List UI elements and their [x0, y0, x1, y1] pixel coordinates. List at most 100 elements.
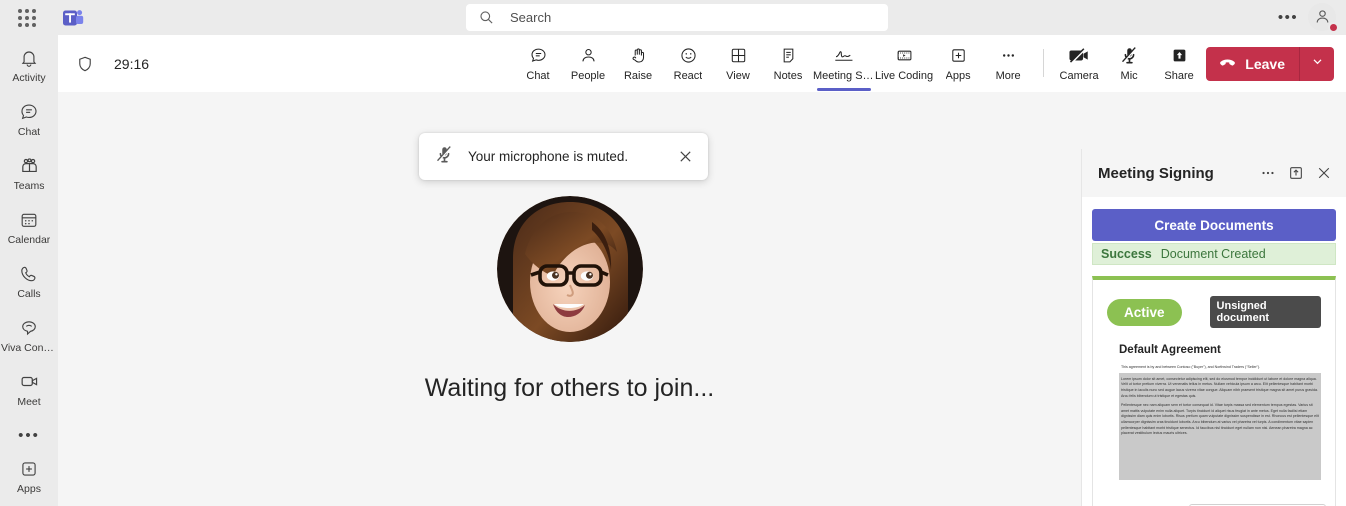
close-icon[interactable] [672, 144, 698, 170]
sidebar-item-label: Viva Conne... [1, 341, 57, 354]
page-title: Meeting Signing [1098, 164, 1214, 182]
avatar[interactable] [1308, 2, 1339, 33]
plus-box-icon [949, 45, 968, 66]
presence-badge [1328, 21, 1339, 33]
document-intro: This agreement is by and between Contoso… [1119, 364, 1321, 373]
settings-more-button[interactable]: ••• [1274, 4, 1302, 32]
sidebar-item-viva-connections[interactable]: Viva Conne... [0, 311, 58, 359]
calendar-icon [19, 209, 39, 231]
stage-body: Waiting for others to join... Your micro… [58, 92, 1346, 506]
document-signature-badge: Unsigned document [1209, 296, 1321, 328]
sidebar-item-label: Calls [17, 287, 41, 300]
document-preview-text: This agreement is by and between Contoso… [1119, 364, 1321, 480]
document-state-badge: Active [1107, 298, 1182, 326]
mic-off-icon [435, 145, 454, 169]
meeting-controls: Chat People Raise React View Notes Meeti… [513, 39, 1204, 92]
pop-out-icon[interactable] [1282, 159, 1310, 187]
sidebar-item-calls[interactable]: Calls [0, 257, 58, 305]
raise-hand-icon [629, 45, 648, 66]
active-tab-indicator [817, 88, 871, 91]
status-label: Success [1101, 247, 1152, 261]
live-coding-icon [895, 45, 914, 66]
chat-bubble-icon [529, 45, 548, 66]
sidebar-item-label: Calendar [7, 233, 51, 246]
phone-icon [19, 263, 39, 285]
tool-notes[interactable]: Notes [763, 39, 813, 89]
mic-off-icon [1120, 45, 1139, 66]
chat-bubble-icon [19, 101, 39, 123]
tool-label: Meeting Sig... [813, 70, 875, 82]
panel-header: Meeting Signing [1082, 149, 1346, 197]
search-placeholder: Search [510, 10, 552, 25]
tool-label: React [673, 70, 703, 82]
tool-mic[interactable]: Mic [1104, 39, 1154, 89]
share-screen-icon [1170, 45, 1189, 66]
tool-react[interactable]: React [663, 39, 713, 89]
sidebar-item-chat[interactable]: Chat [0, 95, 58, 143]
teams-logo-icon[interactable] [60, 5, 86, 31]
sidebar-item-label: Chat [17, 125, 41, 138]
sidebar-item-label: Apps [17, 482, 41, 495]
title-bar: Search ••• [0, 0, 1346, 35]
sidebar-item-apps[interactable]: Apps [0, 452, 58, 500]
document-paragraph: Lorem ipsum dolor sit amet, consectetur … [1121, 376, 1318, 398]
sidebar-more-button[interactable]: ••• [18, 419, 40, 452]
person-icon [579, 45, 598, 66]
tool-label: Camera [1059, 70, 1099, 82]
hangup-icon [1218, 56, 1237, 73]
plus-box-icon [19, 458, 39, 480]
document-badges: Active Unsigned document [1093, 280, 1335, 328]
tool-camera[interactable]: Camera [1054, 39, 1104, 89]
mic-muted-toast: Your microphone is muted. [419, 133, 708, 180]
tool-label: Mic [1120, 70, 1138, 82]
tool-more[interactable]: More [983, 39, 1033, 89]
bell-icon [19, 47, 39, 69]
tool-label: Raise [623, 70, 653, 82]
shield-icon[interactable] [76, 55, 94, 73]
tool-label: More [995, 70, 1021, 82]
search-icon [479, 10, 494, 25]
more-horizontal-icon [999, 45, 1018, 66]
toast-message: Your microphone is muted. [468, 149, 629, 164]
tool-label: Chat [526, 70, 550, 82]
leave-button[interactable]: Leave [1206, 47, 1299, 81]
create-documents-button[interactable]: Create Documents [1092, 209, 1336, 241]
tool-raise-hand[interactable]: Raise [613, 39, 663, 89]
tool-chat[interactable]: Chat [513, 39, 563, 89]
tool-label: People [570, 70, 606, 82]
leave-options-button[interactable] [1300, 47, 1334, 81]
sidebar-item-calendar[interactable]: Calendar [0, 203, 58, 251]
tool-label: View [726, 70, 750, 82]
participant-photo [496, 195, 643, 342]
document-paragraph: Pellentesque nec nam aliquam sem et tort… [1121, 402, 1319, 436]
tool-live-coding[interactable]: Live Coding [875, 39, 933, 89]
tool-apps[interactable]: Apps [933, 39, 983, 89]
more-horizontal-icon[interactable] [1254, 159, 1282, 187]
tool-label: Share [1164, 70, 1194, 82]
sidebar-item-activity[interactable]: Activity [0, 41, 58, 89]
search-input[interactable]: Search [466, 4, 888, 31]
camera-off-icon [1068, 45, 1090, 66]
viva-connections-icon [19, 317, 39, 339]
leave-control-group: Leave [1206, 47, 1334, 81]
status-message: Document Created [1160, 247, 1266, 261]
document-card[interactable]: Active Unsigned document Default Agreeme… [1092, 276, 1336, 506]
tool-share[interactable]: Share [1154, 39, 1204, 89]
sidebar-item-label: Meet [17, 395, 41, 408]
notes-icon [779, 45, 798, 66]
grid-view-icon [729, 45, 748, 66]
waffle-grid-icon [18, 8, 36, 27]
tool-meeting-signing[interactable]: Meeting Sig... [813, 39, 875, 91]
panel-body: Create Documents Success Document Create… [1082, 197, 1346, 506]
tool-label: Live Coding [875, 70, 934, 82]
people-team-icon [19, 155, 40, 177]
tool-people[interactable]: People [563, 39, 613, 89]
status-badge: Success Document Created [1092, 243, 1336, 265]
sidebar-item-meet[interactable]: Meet [0, 365, 58, 413]
app-launcher-button[interactable] [10, 1, 44, 35]
tool-view[interactable]: View [713, 39, 763, 89]
close-icon[interactable] [1310, 159, 1338, 187]
sidebar-item-label: Activity [12, 71, 46, 84]
sidebar-item-teams[interactable]: Teams [0, 149, 58, 197]
chevron-down-icon [1311, 55, 1324, 73]
